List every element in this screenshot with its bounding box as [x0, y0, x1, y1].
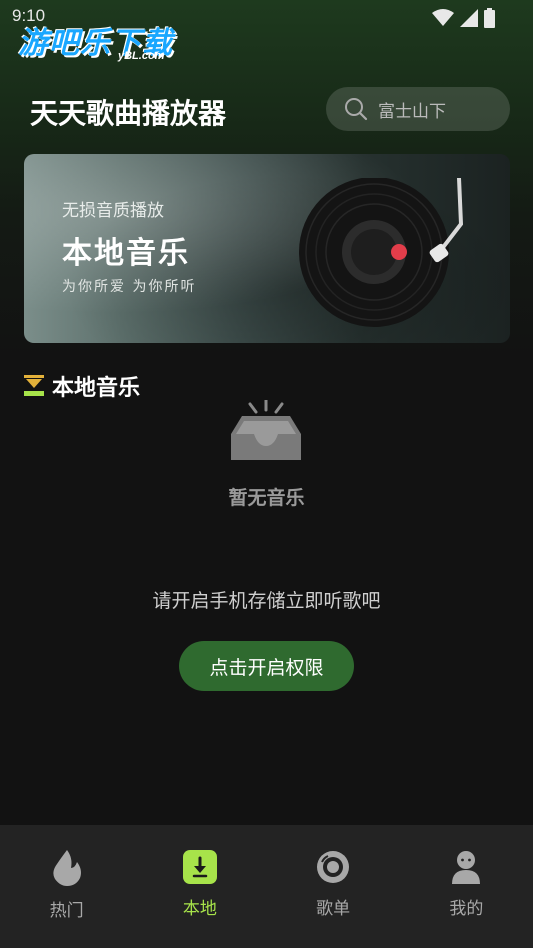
wifi-icon [432, 9, 454, 26]
section-header: 本地音乐 [24, 370, 140, 402]
banner-title: 本地音乐 [62, 236, 190, 271]
section-title: 本地音乐 [52, 376, 141, 401]
download-box-icon [182, 850, 217, 884]
nav-item-local[interactable]: 本地 [133, 825, 266, 948]
empty-inbox-icon [231, 400, 301, 460]
nav-item-mine[interactable]: 我的 [400, 825, 533, 948]
banner-tagline: 无损音质播放 [62, 201, 164, 221]
vinyl-record-icon [299, 178, 464, 327]
watermark-logo: 游吧乐下载 yBL.com [18, 18, 173, 62]
download-icon [24, 375, 44, 396]
nav-label-local: 本地 [182, 899, 217, 919]
battery-icon [484, 8, 495, 28]
nav-label-mine: 我的 [449, 899, 484, 919]
status-icons [432, 8, 495, 28]
banner-slogan: 为你所爱 为你所听 [62, 279, 197, 295]
empty-state-hint: 请开启手机存储立即听歌吧 [152, 590, 381, 612]
nav-label-playlist: 歌单 [316, 899, 351, 919]
user-icon [452, 851, 481, 884]
search-placeholder: 富士山下 [378, 101, 446, 122]
grant-permission-button[interactable]: 点击开启权限 [179, 641, 354, 691]
disc-icon [317, 851, 350, 883]
watermark-subtitle: yBL.com [118, 50, 165, 62]
signal-icon [460, 9, 478, 27]
search-icon [345, 98, 368, 121]
nav-label-hot: 热门 [49, 901, 84, 921]
bottom-nav: 热门 本地 歌单 我的 [0, 825, 533, 948]
nav-item-hot[interactable]: 热门 [0, 825, 133, 948]
nav-item-playlist[interactable]: 歌单 [267, 825, 400, 948]
flame-icon [53, 850, 81, 886]
banner[interactable]: 无损音质播放 本地音乐 为你所爱 为你所听 [24, 154, 510, 343]
empty-state-title: 暂无音乐 [228, 487, 305, 509]
search-input[interactable]: 富士山下 [326, 87, 510, 131]
page-title: 天天歌曲播放器 [30, 97, 227, 130]
